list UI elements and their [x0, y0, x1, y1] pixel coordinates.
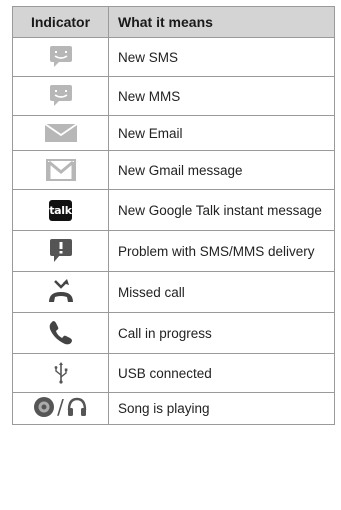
- indicator-cell: [12, 76, 109, 116]
- meaning-cell: Problem with SMS/MMS delivery: [108, 230, 335, 272]
- indicator-cell: [12, 37, 109, 77]
- disc-icon: [34, 396, 55, 417]
- header-indicator: Indicator: [12, 6, 109, 38]
- table-row: New SMS: [12, 37, 335, 77]
- table-row: New Email: [12, 115, 335, 151]
- meaning-cell: USB connected: [108, 353, 335, 393]
- meaning-cell: New Email: [108, 115, 335, 151]
- meaning-cell: Song is playing: [108, 392, 335, 425]
- meaning-cell: New Gmail message: [108, 150, 335, 190]
- indicator-cell: /: [12, 392, 109, 425]
- meaning-cell: Missed call: [108, 271, 335, 313]
- indicator-cell: [12, 230, 109, 272]
- call-in-progress-icon: [47, 321, 75, 345]
- table-row: Problem with SMS/MMS delivery: [12, 230, 335, 272]
- indicator-cell: talk: [12, 189, 109, 231]
- meaning-cell: New MMS: [108, 76, 335, 116]
- table-row: / Song is playing: [12, 392, 335, 425]
- table-row: New MMS: [12, 76, 335, 116]
- missed-call-icon: [46, 279, 76, 302]
- sms-icon: [48, 46, 74, 67]
- table-row: USB connected: [12, 353, 335, 393]
- indicator-cell: [12, 312, 109, 354]
- indicator-cell: [12, 271, 109, 313]
- table-row: Missed call: [12, 271, 335, 313]
- meaning-cell: Call in progress: [108, 312, 335, 354]
- table-row: talk New Google Talk instant message: [12, 189, 335, 231]
- icon-separator: /: [57, 394, 64, 419]
- indicator-cell: [12, 353, 109, 393]
- table-row: New Gmail message: [12, 150, 335, 190]
- indicator-table: Indicator What it means New SMS New MMS …: [12, 6, 335, 425]
- indicator-cell: [12, 115, 109, 151]
- gmail-icon: [45, 159, 76, 181]
- usb-icon: [52, 362, 70, 384]
- meaning-cell: New Google Talk instant message: [108, 189, 335, 231]
- headphones-icon: [67, 397, 87, 416]
- table-row: Call in progress: [12, 312, 335, 354]
- sms-error-icon: [48, 239, 74, 262]
- email-icon: [43, 123, 78, 142]
- mms-icon: [48, 85, 74, 106]
- music-icon: /: [33, 395, 88, 419]
- talk-icon: talk: [49, 199, 72, 221]
- header-row: Indicator What it means: [12, 6, 335, 38]
- header-meaning: What it means: [108, 6, 335, 38]
- indicator-cell: [12, 150, 109, 190]
- meaning-cell: New SMS: [108, 37, 335, 77]
